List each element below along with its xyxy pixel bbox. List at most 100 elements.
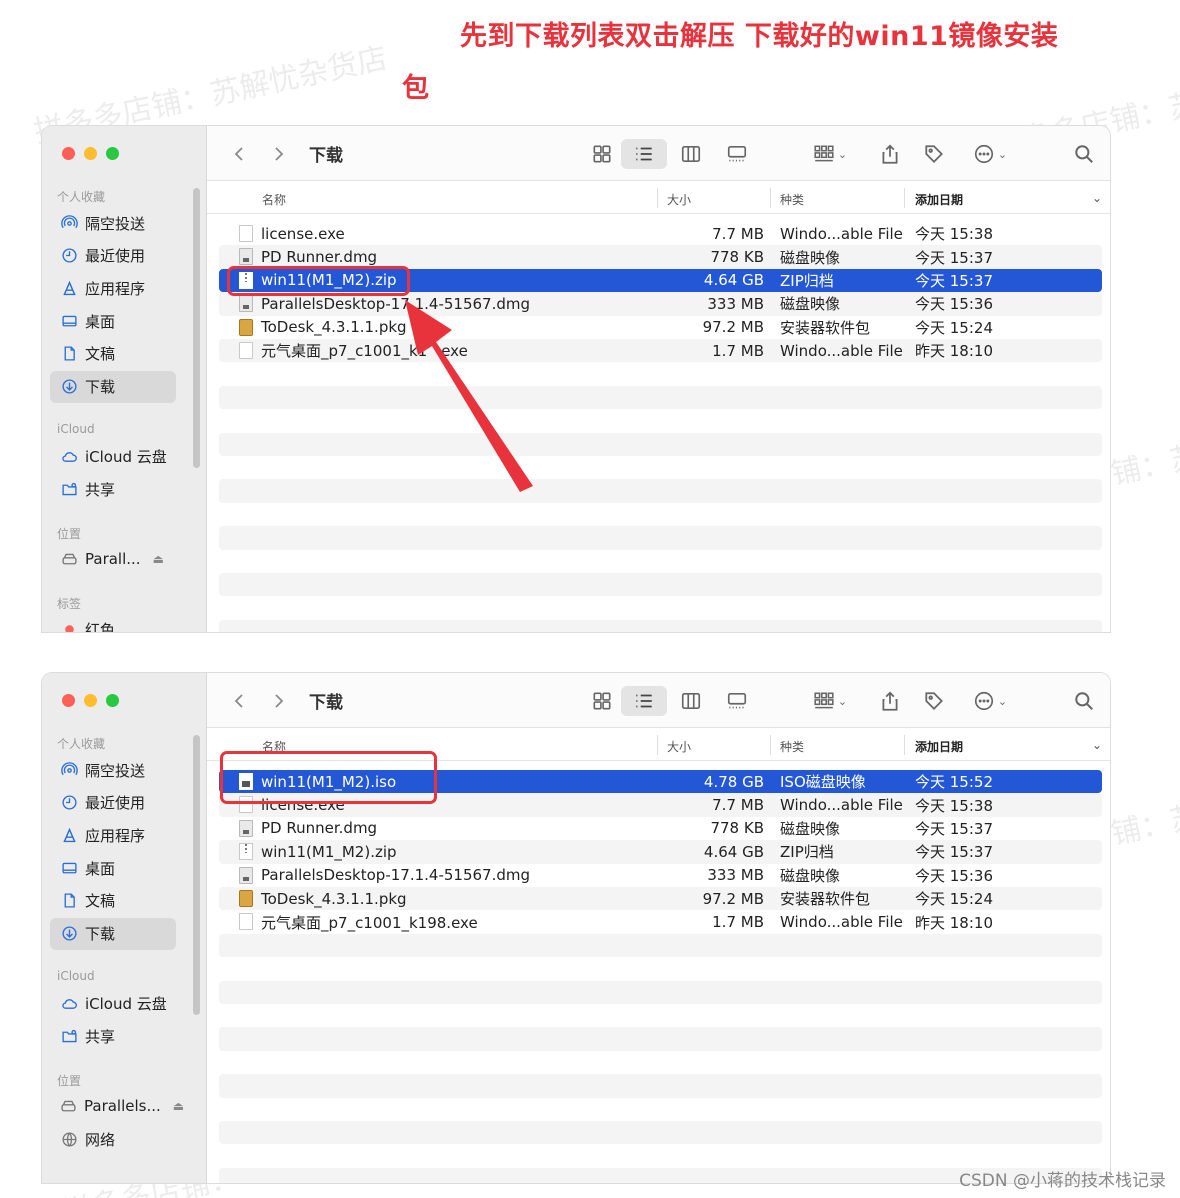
file-date-added: 今天 15:36: [915, 866, 993, 885]
file-row[interactable]: 元气桌面_p7_c1001_k1 exe 1.7 MB Windo...able Fi…: [219, 338, 1102, 363]
file-date-added: 昨天 18:10: [915, 342, 993, 361]
file-name: ToDesk_4.3.1.1.pkg: [261, 318, 407, 337]
sidebar-item-icloud-drive[interactable]: iCloud 云盘: [50, 987, 176, 1019]
gallery-view-button[interactable]: [721, 139, 753, 169]
sidebar-item-parallels-volume[interactable]: Parall... ⏏: [50, 543, 176, 575]
sidebar-item-airdrop[interactable]: 隔空投送: [50, 207, 176, 239]
more-actions-button[interactable]: ⌄: [967, 686, 1013, 716]
file-size: 97.2 MB: [702, 889, 764, 908]
download-icon: [60, 925, 78, 943]
file-row[interactable]: 元气桌面_p7_c1001_k198.exe 1.7 MB Windo...able…: [219, 910, 1102, 933]
minimize-window-button[interactable]: [84, 694, 97, 707]
share-icon: [882, 691, 898, 711]
icon-view-button[interactable]: [587, 686, 617, 716]
column-header-name[interactable]: 名称: [262, 191, 286, 208]
list-view-button[interactable]: [621, 139, 667, 169]
sidebar-item-icloud-drive[interactable]: iCloud 云盘: [50, 440, 176, 472]
file-kind: Windo...able File: [780, 796, 903, 815]
eject-icon[interactable]: ⏏: [153, 552, 164, 566]
sidebar-item-label: 红色: [85, 620, 116, 633]
close-window-button[interactable]: [62, 147, 75, 160]
chevron-down-icon[interactable]: ⌄: [1092, 738, 1102, 752]
empty-row: [219, 1121, 1102, 1145]
sidebar-item-applications[interactable]: 应用程序: [50, 272, 176, 304]
tag-button[interactable]: [919, 686, 949, 716]
sidebar-item-downloads[interactable]: 下载: [50, 370, 176, 403]
file-row[interactable]: ToDesk_4.3.1.1.pkg 97.2 MB 安装器软件包 今天 15:24: [219, 316, 1102, 339]
minimize-window-button[interactable]: [84, 147, 97, 160]
sidebar-item-airdrop[interactable]: 隔空投送: [50, 754, 176, 786]
group-by-button[interactable]: ⌄: [807, 139, 853, 169]
sidebar-item-recents[interactable]: 最近使用: [50, 240, 176, 272]
back-button[interactable]: [229, 686, 249, 716]
back-button[interactable]: [229, 139, 249, 169]
group-by-button[interactable]: ⌄: [807, 686, 853, 716]
sidebar-item-recents[interactable]: 最近使用: [50, 787, 176, 819]
tag-button[interactable]: [919, 139, 949, 169]
instruction-caption: 先到下载列表双击解压 下载好的win11镜像安装: [460, 21, 1059, 52]
list-view-button[interactable]: [621, 686, 667, 716]
search-button[interactable]: [1069, 686, 1099, 716]
file-row[interactable]: ToDesk_4.3.1.1.pkg 97.2 MB 安装器软件包 今天 15:24: [219, 886, 1102, 911]
zoom-window-button[interactable]: [106, 694, 119, 707]
sidebar-item-network[interactable]: 网络: [50, 1123, 176, 1155]
column-view-button[interactable]: [675, 686, 707, 716]
file-size: 7.7 MB: [712, 224, 764, 243]
file-row[interactable]: PD Runner.dmg 778 KB 磁盘映像 今天 15:37: [219, 817, 1102, 840]
search-button[interactable]: [1069, 139, 1099, 169]
sidebar-item-documents[interactable]: 文稿: [50, 885, 176, 917]
file-name: ToDesk_4.3.1.1.pkg: [261, 889, 407, 908]
column-divider[interactable]: [657, 188, 658, 208]
eject-icon[interactable]: ⏏: [173, 1099, 184, 1113]
column-divider[interactable]: [904, 188, 905, 208]
file-kind: ISO磁盘映像: [780, 773, 866, 792]
column-view-button[interactable]: [675, 139, 707, 169]
sidebar-item-downloads[interactable]: 下载: [50, 917, 176, 950]
network-icon: [60, 1130, 78, 1148]
sidebar-item-shared[interactable]: 共享: [50, 1020, 176, 1052]
pkg-file-icon: [239, 889, 253, 907]
file-row[interactable]: win11(M1_M2).zip 4.64 GB ZIP归档 今天 15:37: [219, 840, 1102, 864]
sidebar-item-tag-red[interactable]: 红色: [50, 613, 176, 632]
column-divider[interactable]: [657, 735, 658, 755]
close-window-button[interactable]: [62, 694, 75, 707]
column-header-date-added[interactable]: 添加日期: [915, 738, 963, 755]
watermark-text: 铺：苏: [1108, 798, 1180, 852]
more-actions-button[interactable]: ⌄: [967, 139, 1013, 169]
forward-button[interactable]: [269, 686, 289, 716]
column-header-size[interactable]: 大小: [667, 191, 691, 208]
sidebar-item-documents[interactable]: 文稿: [50, 338, 176, 370]
column-divider[interactable]: [770, 735, 771, 755]
sidebar-item-label: 共享: [85, 1027, 116, 1046]
file-row[interactable]: license.exe 7.7 MB Windo...able File 今天 15:…: [219, 222, 1102, 245]
sidebar-scrollbar[interactable]: [193, 188, 200, 468]
file-row[interactable]: ParallelsDesktop-17.1.4-51567.dmg 333 MB 磁…: [219, 864, 1102, 887]
gallery-view-button[interactable]: [721, 686, 753, 716]
chevron-down-icon: ⌄: [997, 147, 1008, 161]
chevron-down-icon[interactable]: ⌄: [1092, 191, 1102, 205]
column-divider[interactable]: [904, 735, 905, 755]
share-button[interactable]: [875, 139, 905, 169]
sidebar-item-parallels-volume[interactable]: Parallels... ⏏: [50, 1090, 184, 1122]
file-kind: ZIP归档: [780, 271, 834, 290]
forward-button[interactable]: [269, 139, 289, 169]
sidebar-item-applications[interactable]: 应用程序: [50, 819, 176, 851]
column-header-kind[interactable]: 种类: [780, 738, 804, 755]
window-controls: [62, 694, 119, 707]
file-kind: 磁盘映像: [780, 248, 841, 267]
zoom-window-button[interactable]: [106, 147, 119, 160]
sidebar-item-desktop[interactable]: 桌面: [50, 305, 176, 337]
icon-view-button[interactable]: [587, 139, 617, 169]
share-button[interactable]: [875, 686, 905, 716]
column-header-kind[interactable]: 种类: [780, 191, 804, 208]
sidebar-item-label: 下载: [85, 925, 116, 943]
file-date-added: 昨天 18:10: [915, 913, 993, 932]
sidebar-scrollbar[interactable]: [193, 735, 200, 1015]
column-header-size[interactable]: 大小: [667, 738, 691, 755]
column-header-date-added[interactable]: 添加日期: [915, 191, 963, 208]
sidebar-item-shared[interactable]: 共享: [50, 473, 176, 505]
column-divider[interactable]: [770, 188, 771, 208]
doc-file-icon: [239, 225, 253, 242]
grid-icon: [593, 692, 611, 710]
sidebar-item-desktop[interactable]: 桌面: [50, 852, 176, 884]
